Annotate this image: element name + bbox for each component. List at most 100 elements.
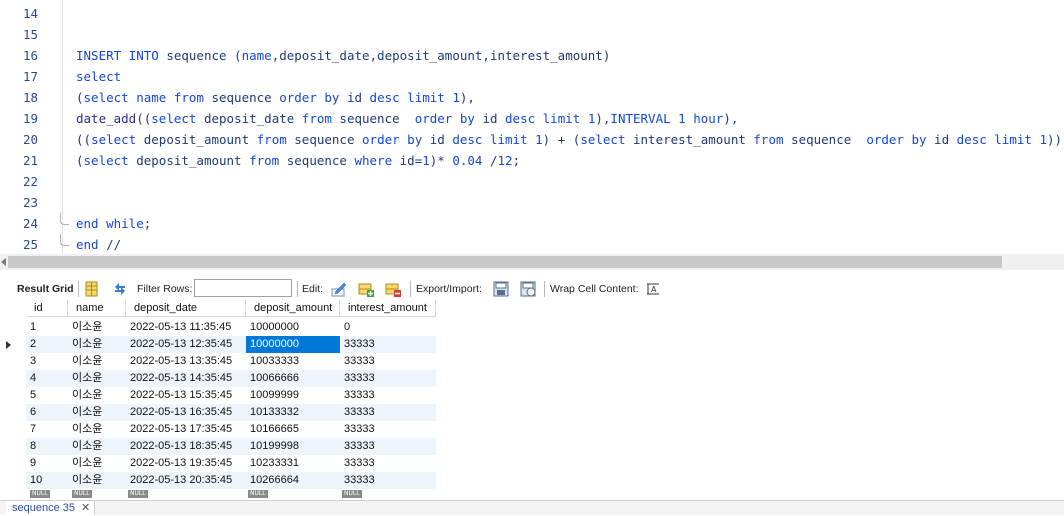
result-tab[interactable]: sequence 35 ✕	[6, 501, 96, 515]
cell-id[interactable]: 10	[26, 472, 68, 489]
cell-interest_amount[interactable]: 33333	[340, 404, 436, 421]
cell-id[interactable]: 7	[26, 421, 68, 438]
cell-deposit_amount[interactable]: 10000000	[246, 319, 340, 336]
cell-deposit_amount[interactable]: 10199998	[246, 438, 340, 455]
column-header-id[interactable]: id	[26, 300, 68, 317]
cell-interest_amount[interactable]: 33333	[340, 370, 436, 387]
cell-deposit_date[interactable]: 2022-05-13 19:35:45	[126, 455, 246, 472]
sql-keyword: select	[76, 69, 122, 84]
code-line: 24 end while;	[0, 213, 1064, 234]
import-icon[interactable]	[520, 281, 536, 297]
cell-deposit_amount[interactable]: 10033333	[246, 353, 340, 370]
edit-row-icon[interactable]	[331, 281, 347, 297]
cell-deposit_amount[interactable]: 10099999	[246, 387, 340, 404]
toolbar-separator	[410, 281, 411, 297]
result-tab-label: sequence 35	[12, 502, 75, 514]
cell-name[interactable]: 이소윤	[68, 387, 126, 404]
cell-name[interactable]: 이소윤	[68, 438, 126, 455]
sql-token: id=	[392, 153, 423, 168]
cell-deposit_date[interactable]: 2022-05-13 15:35:45	[126, 387, 246, 404]
refresh-icon[interactable]	[112, 281, 128, 297]
line-number: 24	[22, 216, 38, 231]
cell-interest_amount[interactable]: 33333	[340, 438, 436, 455]
cell-id[interactable]: 6	[26, 404, 68, 421]
line-number: 21	[22, 153, 38, 168]
line-number: 15	[22, 27, 38, 42]
cell-interest_amount[interactable]: 33333	[340, 421, 436, 438]
cell-interest_amount[interactable]: 33333	[340, 353, 436, 370]
scroll-left-arrow-icon[interactable]	[1, 258, 6, 266]
current-row-marker-icon	[0, 336, 20, 353]
sql-keyword: select	[83, 153, 129, 168]
cell-name[interactable]: 이소윤	[68, 336, 126, 353]
column-header-deposit_date[interactable]: deposit_date	[126, 300, 246, 317]
wrap-cell-label: Wrap Cell Content:	[550, 283, 639, 295]
sql-token: id	[474, 111, 506, 126]
cell-id[interactable]: 3	[26, 353, 68, 370]
cell-deposit_amount[interactable]: 10166665	[246, 421, 340, 438]
cell-deposit_date[interactable]: 2022-05-13 13:35:45	[126, 353, 246, 370]
wrap-text-icon[interactable]: A	[645, 281, 661, 297]
column-header-name[interactable]: name	[68, 300, 126, 317]
column-header-interest_amount[interactable]: interest_amount	[340, 300, 436, 317]
cell-name[interactable]: 이소윤	[68, 404, 126, 421]
result-grid-tab[interactable]: Result Grid	[17, 278, 74, 300]
cell-interest_amount[interactable]: 33333	[340, 472, 436, 489]
cell-name[interactable]: 이소윤	[68, 319, 126, 336]
cell-deposit_date[interactable]: 2022-05-13 11:35:45	[126, 319, 246, 336]
cell-name[interactable]: 이소윤	[68, 353, 126, 370]
code-line: 16 INSERT INTO sequence (name,deposit_dat…	[0, 45, 1064, 66]
grid-view-icon[interactable]	[84, 281, 100, 297]
cell-deposit_amount[interactable]: 10266664	[246, 472, 340, 489]
cell-deposit_date[interactable]: 2022-05-13 14:35:45	[126, 370, 246, 387]
null-badge: NULL	[342, 490, 362, 498]
cell-deposit_amount[interactable]: 10233331	[246, 455, 340, 472]
sql-keyword: end while	[76, 216, 144, 231]
sql-token: ),	[459, 90, 475, 105]
sql-keyword: end	[76, 237, 99, 252]
cell-deposit_date[interactable]: 2022-05-13 18:35:45	[126, 438, 246, 455]
cell-id[interactable]: 9	[26, 455, 68, 472]
cell-name[interactable]: 이소윤	[68, 370, 126, 387]
null-badge: NULL	[72, 490, 92, 498]
cell-deposit_date[interactable]: 2022-05-13 17:35:45	[126, 421, 246, 438]
sql-editor[interactable]: 14 15 16 INSERT INTO sequence (name,deposit…	[0, 0, 1064, 254]
cell-deposit_amount[interactable]: 10000000	[246, 336, 340, 353]
cell-id[interactable]: 2	[26, 336, 68, 353]
cell-deposit_amount[interactable]: 10066666	[246, 370, 340, 387]
close-icon[interactable]: ✕	[81, 502, 90, 514]
cell-interest_amount[interactable]: 0	[340, 319, 436, 336]
sql-token: deposit_amount	[136, 132, 257, 147]
cell-deposit_date[interactable]: 2022-05-13 12:35:45	[126, 336, 246, 353]
scrollbar-thumb[interactable]	[8, 256, 1002, 268]
cell-interest_amount[interactable]: 33333	[340, 387, 436, 404]
sql-token: id	[339, 90, 370, 105]
cell-deposit_date[interactable]: 2022-05-13 20:35:45	[126, 472, 246, 489]
cell-deposit_date[interactable]: 2022-05-13 16:35:45	[126, 404, 246, 421]
cell-deposit_amount[interactable]: 10133332	[246, 404, 340, 421]
export-icon[interactable]	[493, 281, 509, 297]
cell-name[interactable]: 이소윤	[68, 472, 126, 489]
filter-rows-input[interactable]	[194, 279, 292, 297]
line-number: 19	[22, 111, 38, 126]
cell-interest_amount[interactable]: 33333	[340, 336, 436, 353]
editor-horizontal-scrollbar[interactable]	[0, 254, 1064, 270]
delete-row-icon[interactable]	[385, 281, 401, 297]
cell-id[interactable]: 5	[26, 387, 68, 404]
code-line: 22	[0, 171, 1064, 192]
cell-interest_amount[interactable]: 33333	[340, 455, 436, 472]
sql-number: 1	[678, 111, 686, 126]
cell-name[interactable]: 이소윤	[68, 421, 126, 438]
insert-row-icon[interactable]	[358, 281, 374, 297]
cell-id[interactable]: 8	[26, 438, 68, 455]
cell-id[interactable]: 1	[26, 319, 68, 336]
code-line: 25 end //	[0, 234, 1064, 254]
code-line: 21 (select deposit_amount from sequence w…	[0, 150, 1064, 171]
cell-id[interactable]: 4	[26, 370, 68, 387]
cell-name[interactable]: 이소윤	[68, 455, 126, 472]
sql-token: sequence	[783, 132, 867, 147]
sql-token: )),	[1046, 132, 1064, 147]
toolbar-separator	[78, 281, 79, 297]
sql-token: ),	[723, 111, 739, 126]
column-header-deposit_amount[interactable]: deposit_amount	[246, 300, 340, 317]
